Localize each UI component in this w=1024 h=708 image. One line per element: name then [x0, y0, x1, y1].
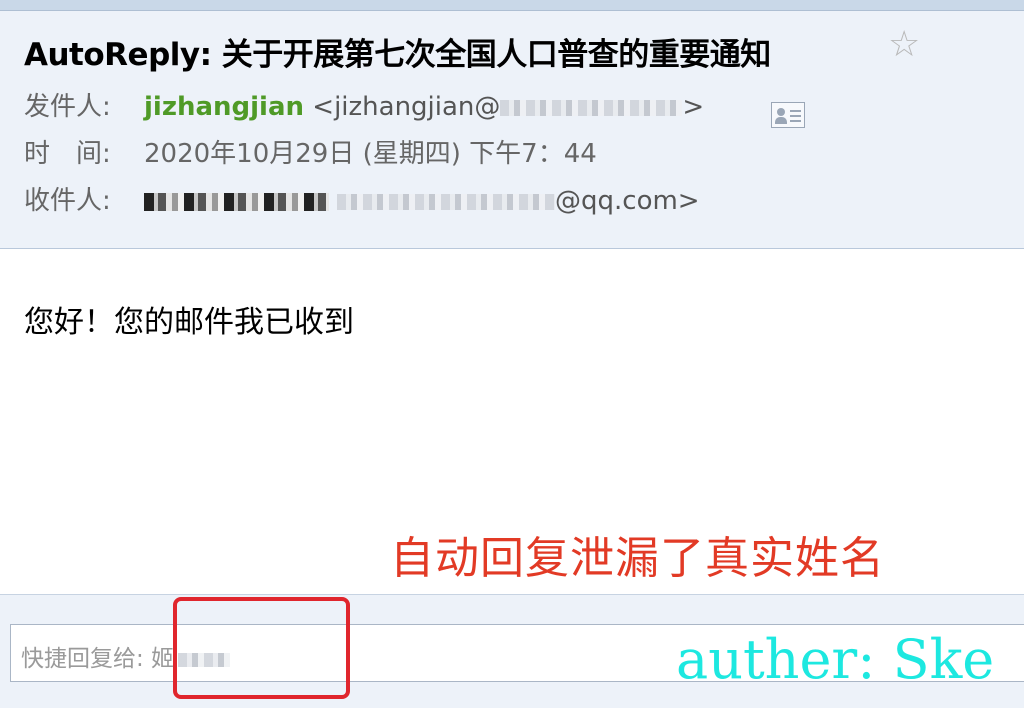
top-toolbar-strip — [0, 0, 1024, 11]
recipient-address-suffix: @qq.com> — [555, 186, 700, 216]
redacted-recipient-name — [144, 192, 329, 211]
time-label: 时 间: — [24, 139, 111, 169]
annotation-text: 自动回复泄漏了真实姓名 — [390, 533, 885, 584]
from-label: 发件人: — [24, 92, 111, 122]
from-row: 发件人: jizhangjian <jizhangjian@ > — [24, 90, 704, 124]
email-subject: AutoReply: 关于开展第七次全国人口普查的重要通知 — [24, 37, 771, 73]
star-icon[interactable]: ☆ — [888, 27, 920, 63]
email-view: AutoReply: 关于开展第七次全国人口普查的重要通知 ☆ 发件人: jizh… — [0, 0, 1024, 708]
highlight-box — [173, 597, 350, 699]
to-label: 收件人: — [24, 186, 111, 216]
sender-name[interactable]: jizhangjian — [144, 92, 304, 122]
email-body: 您好！您的邮件我已收到 — [24, 305, 354, 340]
author-watermark: auther: Ske — [676, 628, 995, 691]
time-value: 2020年10月29日 (星期四) 下午7：44 — [144, 139, 597, 169]
time-row: 时 间: 2020年10月29日 (星期四) 下午7：44 — [24, 137, 597, 171]
to-row: 收件人: @qq.com> — [24, 184, 700, 218]
redacted-domain — [500, 99, 683, 116]
sender-address-prefix: <jizhangjian@ — [312, 92, 501, 122]
contact-card-icon[interactable] — [771, 102, 805, 128]
sender-address-suffix: > — [682, 92, 705, 122]
redacted-recipient-address — [337, 193, 555, 210]
